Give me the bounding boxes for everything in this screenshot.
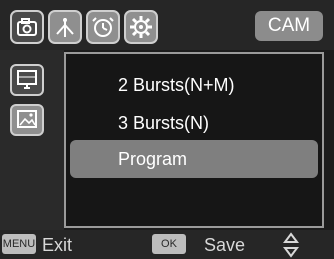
camera-menu-screen: CAM 2 Bursts(N+M) 3 Bursts(N) Program ME… xyxy=(0,0,334,259)
list-item[interactable]: 2 Bursts(N+M) xyxy=(70,66,318,104)
ok-key[interactable]: OK xyxy=(152,234,186,254)
tab-display[interactable] xyxy=(10,64,44,96)
tab-network[interactable] xyxy=(48,10,82,44)
left-rail xyxy=(0,50,64,230)
menu-list: 2 Bursts(N+M) 3 Bursts(N) Program xyxy=(64,52,324,228)
footer-hints: MENU Exit OK Save xyxy=(0,230,334,259)
menu-key[interactable]: MENU xyxy=(2,234,36,254)
up-down-arrows-icon xyxy=(282,232,300,258)
tab-timer[interactable] xyxy=(86,10,120,44)
tab-settings[interactable] xyxy=(124,10,158,44)
list-item[interactable]: 3 Bursts(N) xyxy=(70,104,318,142)
top-toolbar: CAM xyxy=(0,0,334,50)
tab-image[interactable] xyxy=(10,104,44,136)
list-item-selected[interactable]: Program xyxy=(70,140,318,178)
mode-badge: CAM xyxy=(255,11,323,41)
save-label: Save xyxy=(204,235,246,255)
exit-label: Exit xyxy=(42,235,73,255)
tab-camera[interactable] xyxy=(10,10,44,44)
